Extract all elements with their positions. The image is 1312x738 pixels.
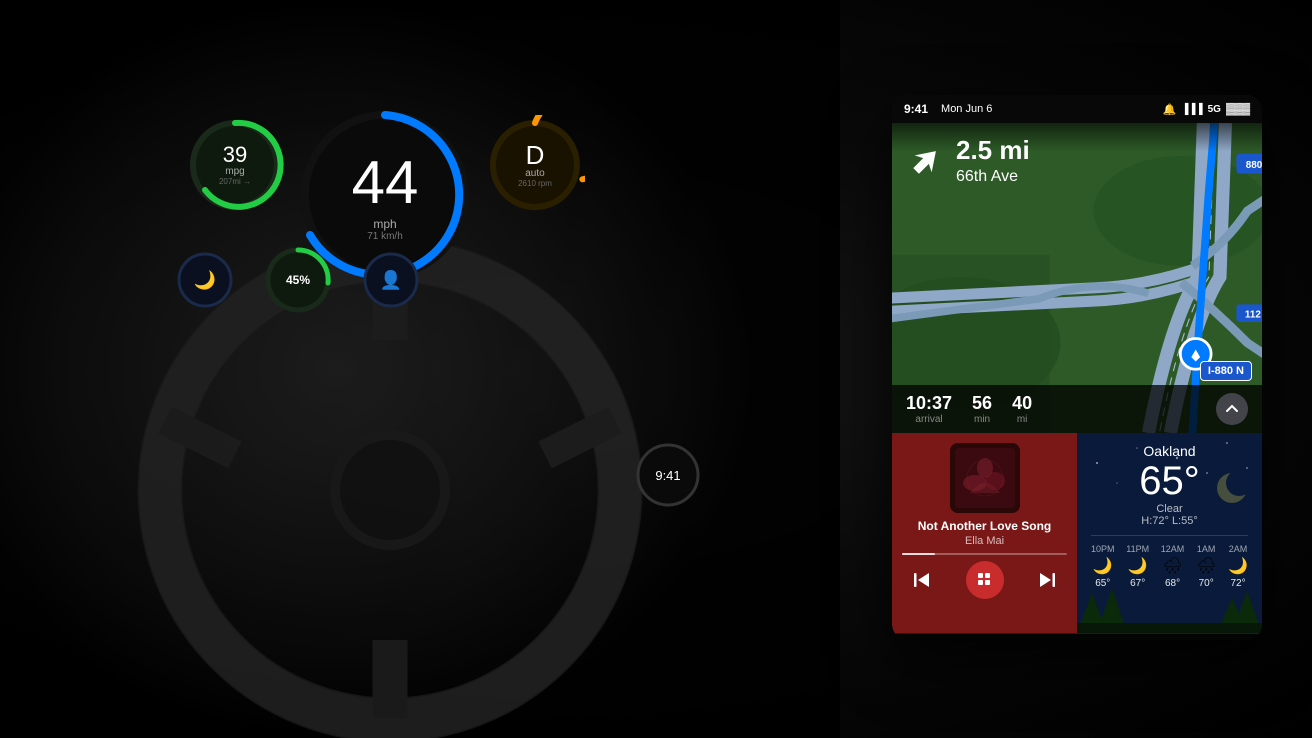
fuel-gauge: 45% (263, 245, 333, 315)
gear-gauge: D auto 2610 rpm (485, 115, 585, 215)
eta-miles: 40 mi (1012, 393, 1032, 425)
eta-minutes: 56 min (972, 393, 992, 425)
mpg-value: 39 (219, 144, 251, 166)
status-time: 9:41 (904, 102, 928, 116)
dock (892, 633, 1262, 640)
status-right: 🔔 ▐▐▐ 5G ▓▓▓ (1163, 103, 1250, 116)
eta-time-value: 10:37 (906, 393, 952, 414)
eta-arrival: 10:37 arrival (906, 393, 952, 425)
weather-condition: Clear (1091, 503, 1248, 515)
status-date: Mon Jun 6 (941, 103, 992, 115)
album-art (950, 443, 1020, 513)
music-panel[interactable]: Not Another Love Song Ella Mai (892, 433, 1077, 633)
signal-bars: ▐▐▐ (1181, 104, 1202, 115)
nav-overlay: 2.5 mi 66th Ave (892, 123, 1262, 194)
map-section[interactable]: 880 112 2.5 mi 66th Ave 10: (892, 123, 1262, 433)
eta-min-value: 56 (972, 393, 992, 414)
eta-min-label: min (972, 414, 992, 425)
gear-sub: 2610 rpm (518, 179, 552, 188)
forecast-1am: 1AM 🌧 70° (1196, 544, 1216, 589)
song-artist: Ella Mai (902, 535, 1067, 547)
gear-unit: auto (518, 168, 552, 179)
weather-panel: Oakland 65° Clear H:72° L:55° 10PM 🌙 65°… (1077, 433, 1262, 633)
eta-expand-button[interactable] (1216, 393, 1248, 425)
gear-value: D (518, 142, 552, 168)
speed-value: 44 (352, 148, 419, 217)
freeway-badge: I-880 N (1200, 361, 1252, 381)
weather-city: Oakland (1091, 443, 1248, 459)
weather-forecast: 10PM 🌙 65° 11PM 🌙 67° 12AM 🌧 68° (1091, 535, 1248, 589)
progress-bar (902, 553, 1067, 555)
nav-street: 66th Ave (956, 168, 1030, 186)
nav-distance: 2.5 mi (956, 135, 1030, 166)
music-controls (902, 561, 1067, 599)
clock-value: 9:41 (655, 468, 680, 483)
forecast-10pm: 10PM 🌙 65° (1091, 544, 1115, 589)
time-gauge: 9:41 (633, 440, 703, 510)
forecast-11pm: 11PM 🌙 67° (1126, 544, 1149, 589)
eta-bar: 10:37 arrival 56 min 40 mi (892, 385, 1262, 433)
fuel-percent: 45% (286, 273, 310, 287)
bottom-panels: Not Another Love Song Ella Mai (892, 433, 1262, 633)
progress-fill (902, 553, 935, 555)
svg-text:🌙: 🌙 (194, 269, 216, 291)
next-button[interactable] (1031, 564, 1063, 596)
eta-miles-label: mi (1012, 414, 1032, 425)
prev-button[interactable] (906, 564, 938, 596)
bell-icon: 🔔 (1163, 103, 1177, 116)
driver-gauge: 👤 (361, 250, 421, 310)
nav-arrow-icon (906, 141, 946, 181)
mpg-unit: mpg (219, 166, 251, 177)
svg-text:112: 112 (1245, 310, 1261, 321)
small-gauge-row: 🌙 45% 9:41 👤 (175, 245, 421, 315)
nav-direction: 2.5 mi 66th Ave (906, 135, 1248, 186)
night-mode-gauge: 🌙 (175, 250, 235, 310)
forecast-12am: 12AM 🌧 68° (1161, 544, 1185, 589)
speed-unit: mph (352, 217, 419, 231)
battery-icon: ▓▓▓ (1226, 103, 1250, 115)
eta-arrival-label: arrival (906, 414, 952, 425)
svg-text:👤: 👤 (380, 269, 402, 290)
speed-sub: 71 km/h (352, 231, 419, 242)
song-title: Not Another Love Song (902, 519, 1067, 533)
status-bar: 9:41 Mon Jun 6 🔔 ▐▐▐ 5G ▓▓▓ (892, 95, 1262, 123)
grid-button[interactable] (966, 561, 1004, 599)
carplay-panel: 9:41 Mon Jun 6 🔔 ▐▐▐ 5G ▓▓▓ (892, 95, 1262, 640)
mpg-gauge: 39 mpg 207mi → (185, 115, 285, 215)
weather-temp: 65° (1091, 459, 1248, 503)
forecast-2am: 2AM 🌙 72° (1228, 544, 1248, 589)
mpg-sub: 207mi → (219, 177, 251, 186)
weather-hilo: H:72° L:55° (1091, 515, 1248, 527)
5g-badge: 5G (1208, 104, 1221, 115)
eta-miles-value: 40 (1012, 393, 1032, 414)
